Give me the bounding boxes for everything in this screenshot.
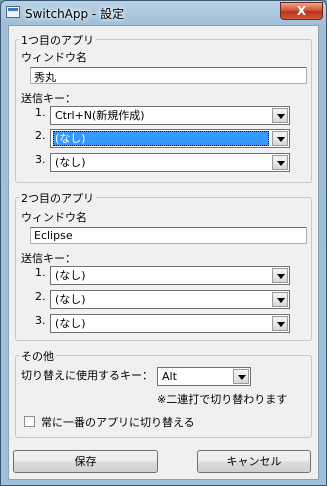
- other-group: その他 切り替えに使用するキー： Alt ※二連打で切り替わります 常に一番のア…: [15, 348, 312, 438]
- app1-key2-value: (なし): [53, 131, 269, 146]
- chevron-down-icon[interactable]: [272, 292, 288, 307]
- app1-key1-dropdown[interactable]: Ctrl+N(新規作成): [50, 106, 290, 125]
- chevron-down-icon[interactable]: [272, 316, 288, 331]
- other-legend: その他: [19, 348, 56, 364]
- chevron-down-icon[interactable]: [272, 155, 288, 170]
- switch-key-dropdown[interactable]: Alt: [157, 367, 251, 386]
- chevron-down-icon[interactable]: [272, 108, 288, 123]
- chevron-down-icon[interactable]: [272, 131, 288, 146]
- app1-window-name-label: ウィンドウ名: [21, 51, 87, 64]
- save-button[interactable]: 保存: [13, 450, 158, 473]
- app1-key1-value: Ctrl+N(新規作成): [55, 109, 145, 122]
- app1-key1-index: 1.: [35, 106, 46, 119]
- window-title: SwitchApp - 設定: [25, 7, 125, 21]
- always-first-app-checkbox[interactable]: [24, 416, 35, 427]
- app1-key2-index: 2.: [35, 129, 46, 142]
- app1-window-name-input[interactable]: 秀丸: [30, 67, 307, 84]
- app2-send-keys-label: 送信キー：: [21, 252, 76, 265]
- title-bar[interactable]: SwitchApp - 設定 X: [1, 1, 326, 25]
- close-button[interactable]: X: [280, 2, 323, 20]
- dialog-client-area: 1つ目のアプリ ウィンドウ名 秀丸 送信キー： 1. Ctrl+N(新規作成) …: [8, 25, 319, 480]
- switch-key-label: 切り替えに使用するキー：: [21, 369, 153, 382]
- app2-legend: 2つ目のアプリ: [19, 190, 96, 206]
- app1-legend: 1つ目のアプリ: [19, 32, 96, 48]
- chevron-down-icon[interactable]: [272, 268, 288, 283]
- app2-key3-index: 3.: [35, 314, 46, 327]
- app2-key3-dropdown[interactable]: (なし): [50, 314, 290, 333]
- double-tap-note: ※二連打で切り替わります: [157, 393, 288, 406]
- cancel-button[interactable]: キャンセル: [197, 450, 311, 473]
- app1-key3-value: (なし): [55, 156, 86, 169]
- app2-key1-dropdown[interactable]: (なし): [50, 266, 290, 285]
- settings-window: SwitchApp - 設定 X 1つ目のアプリ ウィンドウ名 秀丸 送信キー：…: [0, 0, 327, 486]
- app2-group: 2つ目のアプリ ウィンドウ名 Eclipse 送信キー： 1. (なし) 2. …: [15, 190, 312, 341]
- app2-key3-value: (なし): [55, 317, 86, 330]
- app2-window-name-label: ウィンドウ名: [21, 211, 87, 224]
- app2-key2-dropdown[interactable]: (なし): [50, 290, 290, 309]
- app2-key1-value: (なし): [55, 269, 86, 282]
- app1-group: 1つ目のアプリ ウィンドウ名 秀丸 送信キー： 1. Ctrl+N(新規作成) …: [15, 32, 312, 183]
- always-first-app-label[interactable]: 常に一番のアプリに切り替える: [41, 414, 195, 430]
- app2-window-name-input[interactable]: Eclipse: [30, 227, 307, 244]
- chevron-down-icon[interactable]: [233, 369, 249, 384]
- switch-key-value: Alt: [162, 370, 177, 383]
- app1-key3-index: 3.: [35, 153, 46, 166]
- app-window-icon: [6, 6, 20, 18]
- app2-key1-index: 1.: [35, 266, 46, 279]
- app2-key2-index: 2.: [35, 290, 46, 303]
- app1-send-keys-label: 送信キー：: [21, 92, 76, 105]
- app1-key2-dropdown[interactable]: (なし): [50, 129, 290, 148]
- app2-key2-value: (なし): [55, 293, 86, 306]
- app1-key3-dropdown[interactable]: (なし): [50, 153, 290, 172]
